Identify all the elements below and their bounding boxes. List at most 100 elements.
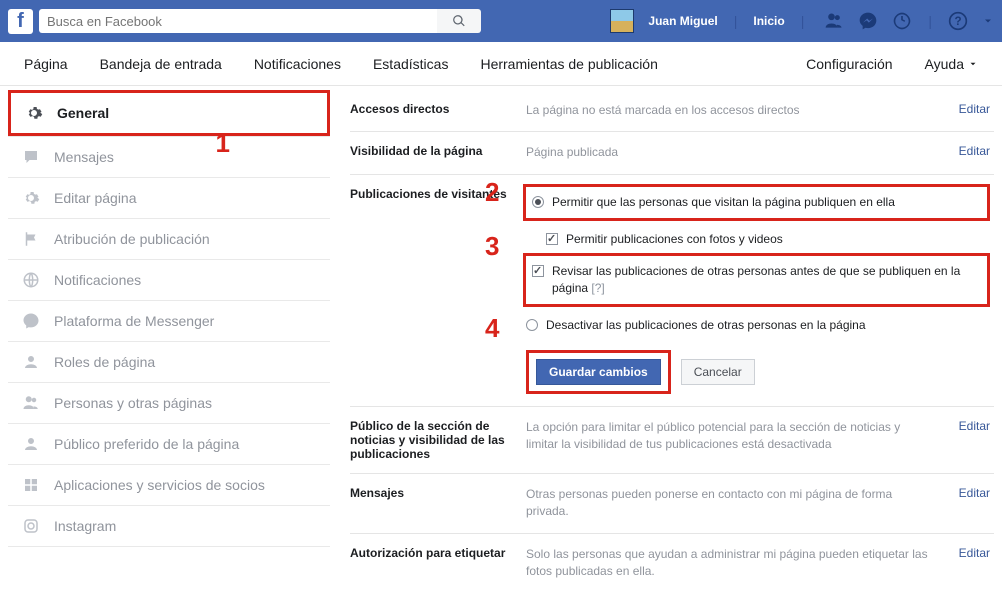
gear-icon (22, 189, 40, 207)
row-value: Otras personas pueden ponerse en contact… (526, 486, 994, 521)
globe-icon (22, 271, 40, 289)
pagenav-config[interactable]: Configuración (790, 56, 908, 72)
option-allow[interactable]: Permitir que las personas que visitan la… (532, 190, 981, 215)
pagenav-item[interactable]: Notificaciones (238, 56, 357, 72)
highlight-box-2: Permitir que las personas que visitan la… (523, 184, 990, 221)
help-icon[interactable]: ? (948, 11, 968, 31)
sidebar-item-atribucion[interactable]: Atribución de publicación (8, 219, 330, 260)
apps-icon (22, 476, 40, 494)
sidebar-item-label: Plataforma de Messenger (54, 313, 214, 329)
help-icon[interactable]: [?] (591, 281, 604, 295)
save-button[interactable]: Guardar cambios (536, 359, 661, 385)
row-messages: Mensajes Otras personas pueden ponerse e… (350, 474, 994, 534)
sidebar-item-messenger[interactable]: Plataforma de Messenger (8, 301, 330, 342)
divider: | (734, 13, 738, 29)
row-audience: Público de la sección de noticias y visi… (350, 407, 994, 474)
annotation-2: 2 (485, 177, 499, 208)
sidebar-item-label: Editar página (54, 190, 137, 206)
annotation-1: 1 (216, 128, 230, 159)
row-shortcuts: Accesos directos La página no está marca… (350, 90, 994, 132)
sidebar-item-personas[interactable]: Personas y otras páginas (8, 383, 330, 424)
chevron-down-icon (968, 59, 978, 69)
sidebar-item-label: Roles de página (54, 354, 155, 370)
speech-icon (22, 148, 40, 166)
avatar[interactable] (610, 9, 634, 33)
row-visibility: Visibilidad de la página Página publicad… (350, 132, 994, 174)
sidebar-item-mensajes[interactable]: Mensajes (8, 137, 330, 178)
option-media[interactable]: Permitir publicaciones con fotos y video… (526, 227, 990, 252)
sidebar-item-instagram[interactable]: Instagram (8, 506, 330, 547)
option-disable[interactable]: Desactivar las publicaciones de otras pe… (526, 313, 990, 338)
row-visitors: 2 3 4 Publicaciones de visitantes Permit… (350, 175, 994, 407)
pagenav-item[interactable]: Página (8, 56, 84, 72)
option-review[interactable]: Revisar las publicaciones de otras perso… (532, 259, 981, 301)
friend-requests-icon[interactable] (824, 11, 844, 31)
messenger-icon[interactable] (858, 11, 878, 31)
row-label: Público de la sección de noticias y visi… (350, 419, 526, 461)
row-value: Solo las personas que ayudan a administr… (526, 546, 994, 581)
pagenav-item[interactable]: Herramientas de publicación (464, 56, 673, 72)
radio-icon[interactable] (526, 319, 538, 331)
highlight-box-4: Guardar cambios (526, 350, 671, 394)
sidebar-item-publico[interactable]: Público preferido de la página (8, 424, 330, 465)
radio-icon[interactable] (532, 196, 544, 208)
action-row: Guardar cambios Cancelar (526, 350, 990, 394)
row-label: Mensajes (350, 486, 526, 500)
sidebar-item-general[interactable]: General (8, 90, 330, 137)
person-icon (22, 353, 40, 371)
search-input[interactable] (39, 9, 437, 33)
edit-link[interactable]: Editar (959, 546, 990, 560)
row-label: Visibilidad de la página (350, 144, 526, 158)
sidebar-item-label: Aplicaciones y servicios de socios (54, 477, 265, 493)
home-link[interactable]: Inicio (747, 14, 790, 28)
edit-link[interactable]: Editar (959, 419, 990, 433)
sidebar-item-roles[interactable]: Roles de página (8, 342, 330, 383)
sidebar-item-label: Notificaciones (54, 272, 141, 288)
nav-icons: | ? (824, 11, 994, 31)
sidebar-item-label: Mensajes (54, 149, 114, 165)
visitors-options: Permitir que las personas que visitan la… (526, 187, 994, 394)
checkbox-icon[interactable] (532, 265, 544, 277)
pagenav-item[interactable]: Estadísticas (357, 56, 464, 72)
annotation-4: 4 (485, 313, 499, 344)
layout: 1 General Mensajes Editar página Atribuc… (0, 86, 1002, 592)
notifications-icon[interactable] (892, 11, 912, 31)
pagenav: Página Bandeja de entrada Notificaciones… (0, 42, 1002, 86)
option-label: Desactivar las publicaciones de otras pe… (546, 317, 990, 334)
facebook-logo[interactable]: f (8, 9, 33, 34)
option-label: Revisar las publicaciones de otras perso… (552, 263, 981, 297)
highlight-box-3: Revisar las publicaciones de otras perso… (523, 253, 990, 307)
messenger-icon (22, 312, 40, 330)
pagenav-item[interactable]: Bandeja de entrada (84, 56, 238, 72)
search-icon (452, 14, 466, 28)
settings-main: Accesos directos La página no está marca… (350, 90, 994, 592)
instagram-icon (22, 517, 40, 535)
row-label: Accesos directos (350, 102, 526, 116)
sidebar-item-apps[interactable]: Aplicaciones y servicios de socios (8, 465, 330, 506)
divider: | (801, 13, 805, 29)
row-value: Página publicada (526, 144, 994, 161)
pagenav-help[interactable]: Ayuda (909, 56, 994, 72)
sidebar-item-editar[interactable]: Editar página (8, 178, 330, 219)
row-value: La página no está marcada en los accesos… (526, 102, 994, 119)
sidebar: 1 General Mensajes Editar página Atribuc… (8, 90, 330, 592)
pagenav-help-label: Ayuda (925, 56, 964, 72)
edit-link[interactable]: Editar (959, 144, 990, 158)
navbar-right: Juan Miguel | Inicio | | ? (610, 9, 994, 33)
search-button[interactable] (437, 9, 481, 33)
people-icon (22, 394, 40, 412)
profile-link[interactable]: Juan Miguel (642, 14, 723, 28)
gear-icon (25, 104, 43, 122)
chevron-down-icon[interactable] (982, 11, 994, 31)
edit-link[interactable]: Editar (959, 102, 990, 116)
flag-icon (22, 230, 40, 248)
sidebar-item-label: General (57, 105, 109, 121)
search-wrap (39, 9, 481, 33)
annotation-3: 3 (485, 231, 499, 262)
sidebar-item-notificaciones[interactable]: Notificaciones (8, 260, 330, 301)
option-label: Permitir que las personas que visitan la… (552, 194, 981, 211)
cancel-button[interactable]: Cancelar (681, 359, 755, 385)
sidebar-item-label: Instagram (54, 518, 116, 534)
edit-link[interactable]: Editar (959, 486, 990, 500)
checkbox-icon[interactable] (546, 233, 558, 245)
